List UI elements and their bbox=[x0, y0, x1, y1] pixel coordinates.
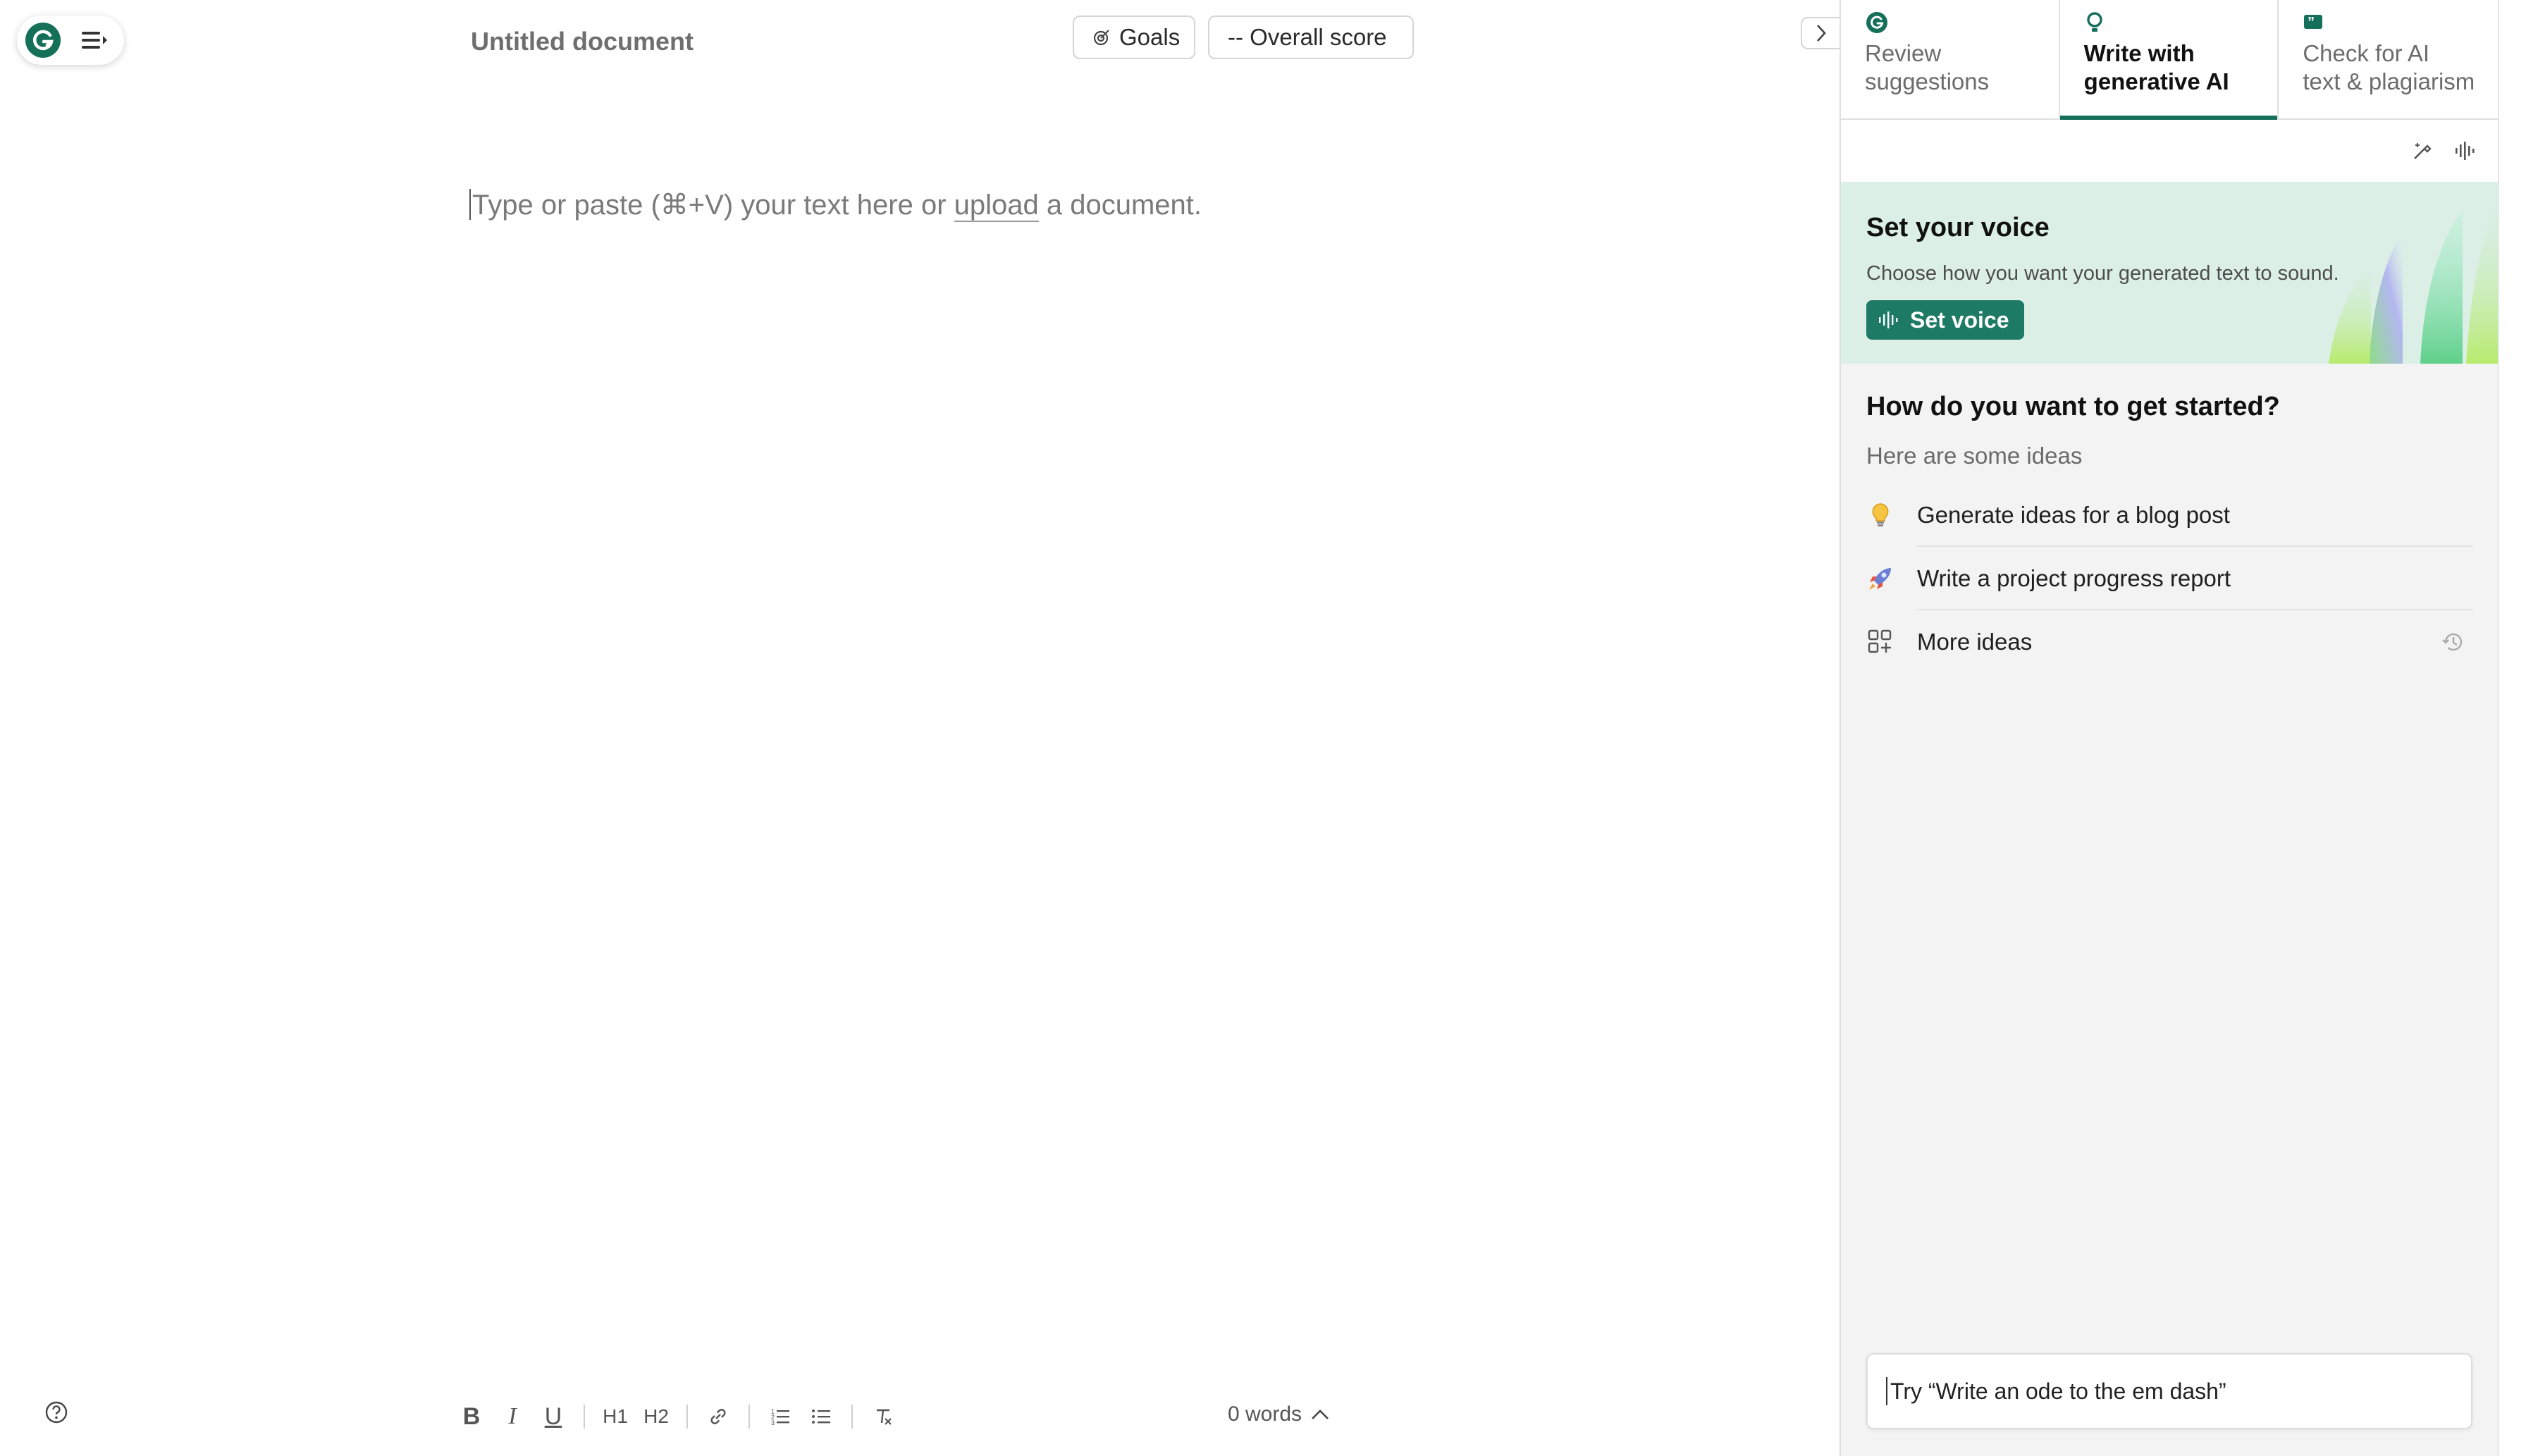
heading1-button[interactable]: H1 bbox=[595, 1398, 636, 1435]
upload-link[interactable]: upload bbox=[954, 190, 1039, 222]
bold-button[interactable]: B bbox=[451, 1398, 492, 1435]
grammarly-logo-icon[interactable] bbox=[25, 23, 61, 58]
grid-plus-icon bbox=[1866, 628, 1894, 656]
target-icon bbox=[1092, 28, 1111, 47]
italic-button[interactable]: I bbox=[492, 1398, 533, 1435]
idea-item-progress-report[interactable]: Write a project progress report bbox=[1866, 547, 2472, 610]
numbered-list-icon[interactable]: 1 2 3 bbox=[760, 1398, 801, 1435]
lightbulb-icon bbox=[1866, 501, 1894, 529]
get-started-title: How do you want to get started? bbox=[1866, 392, 2280, 421]
goals-button[interactable]: Goals bbox=[1073, 16, 1195, 59]
chevron-right-icon bbox=[1814, 23, 1828, 43]
editor-text-area[interactable]: Type or paste (⌘+V) your text here or up… bbox=[469, 189, 1202, 222]
decorative-gradient-shapes bbox=[2329, 203, 2498, 364]
toolbar-divider bbox=[851, 1405, 853, 1429]
help-icon[interactable] bbox=[44, 1400, 69, 1425]
quote-icon: ” bbox=[2303, 10, 2498, 35]
set-voice-card: Set your voice Choose how you want your … bbox=[1841, 182, 2498, 364]
tab-label-line2: text & plagiarism bbox=[2303, 68, 2475, 94]
toolbar-divider bbox=[686, 1405, 688, 1429]
tab-label-line1: Check for AI bbox=[2303, 40, 2430, 66]
text-caret bbox=[469, 189, 471, 220]
tab-check-ai-plagiarism[interactable]: ” Check for AI text & plagiarism bbox=[2279, 0, 2498, 118]
set-voice-button[interactable]: Set voice bbox=[1866, 300, 2024, 340]
tab-label-line2: suggestions bbox=[1865, 68, 1990, 94]
panel-toolbar bbox=[1841, 120, 2498, 182]
panel-tabs: Review suggestions Write with generative… bbox=[1841, 0, 2498, 120]
tab-label-line1: Review bbox=[1865, 40, 1942, 66]
svg-text:”: ” bbox=[2308, 15, 2315, 30]
format-toolbar: B I U H1 H2 1 2 3 bbox=[451, 1398, 904, 1435]
toolbar-divider bbox=[748, 1405, 750, 1429]
underline-button[interactable]: U bbox=[533, 1398, 574, 1435]
word-count-label: 0 words bbox=[1228, 1402, 1302, 1426]
toolbar-divider bbox=[584, 1405, 585, 1429]
text-caret bbox=[1886, 1377, 1887, 1405]
panel-right-gutter bbox=[2498, 0, 2526, 1456]
tab-review-suggestions[interactable]: Review suggestions bbox=[1841, 0, 2060, 118]
voice-wave-icon bbox=[1878, 311, 1900, 329]
app-menu-pill bbox=[17, 16, 124, 65]
chevron-up-icon bbox=[1310, 1408, 1330, 1421]
history-icon[interactable] bbox=[2440, 629, 2467, 655]
idea-item-blog-post[interactable]: Generate ideas for a blog post bbox=[1866, 483, 2472, 547]
get-started-subtitle: Here are some ideas bbox=[1866, 443, 2083, 469]
svg-text:3: 3 bbox=[771, 1419, 775, 1426]
editor-placeholder-tail: a document. bbox=[1038, 190, 1202, 221]
tab-write-generative-ai[interactable]: Write with generative AI bbox=[2059, 0, 2279, 120]
heading2-button[interactable]: H2 bbox=[636, 1398, 677, 1435]
rocket-icon bbox=[1866, 564, 1894, 593]
overall-score-label: -- Overall score bbox=[1228, 24, 1387, 50]
tab-label-line1: Write with bbox=[2083, 40, 2195, 66]
ai-prompt-box bbox=[1866, 1353, 2472, 1429]
idea-item-more-ideas[interactable]: More ideas bbox=[1866, 610, 2472, 674]
bulb-icon bbox=[2084, 10, 2278, 35]
editor-placeholder-text: Type or paste (⌘+V) your text here or bbox=[472, 190, 954, 221]
idea-label: Generate ideas for a blog post bbox=[1917, 502, 2230, 528]
document-menu-icon[interactable] bbox=[79, 25, 110, 56]
document-title[interactable]: Untitled document bbox=[471, 27, 694, 56]
sparkle-pen-icon[interactable] bbox=[2410, 139, 2434, 163]
bulleted-list-icon[interactable] bbox=[801, 1398, 842, 1435]
idea-label: Write a project progress report bbox=[1917, 565, 2231, 591]
assistant-panel: Review suggestions Write with generative… bbox=[1840, 0, 2498, 1456]
set-voice-label: Set voice bbox=[1910, 307, 2009, 333]
word-count-button[interactable]: 0 words bbox=[1228, 1402, 1330, 1426]
voice-card-title: Set your voice bbox=[1866, 213, 2050, 242]
link-icon[interactable] bbox=[698, 1398, 739, 1435]
overall-score-button[interactable]: -- Overall score bbox=[1208, 16, 1414, 59]
voice-card-description: Choose how you want your generated text … bbox=[1866, 262, 2339, 285]
grammarly-g-icon bbox=[1865, 10, 2059, 35]
clear-formatting-icon[interactable] bbox=[863, 1398, 904, 1435]
tab-label-line2: generative AI bbox=[2083, 68, 2229, 94]
goals-label: Goals bbox=[1119, 24, 1181, 50]
ai-prompt-input[interactable] bbox=[1888, 1377, 2471, 1405]
idea-label: More ideas bbox=[1917, 629, 2033, 655]
voice-wave-icon[interactable] bbox=[2454, 140, 2478, 161]
collapse-panel-button[interactable] bbox=[1801, 17, 1840, 49]
